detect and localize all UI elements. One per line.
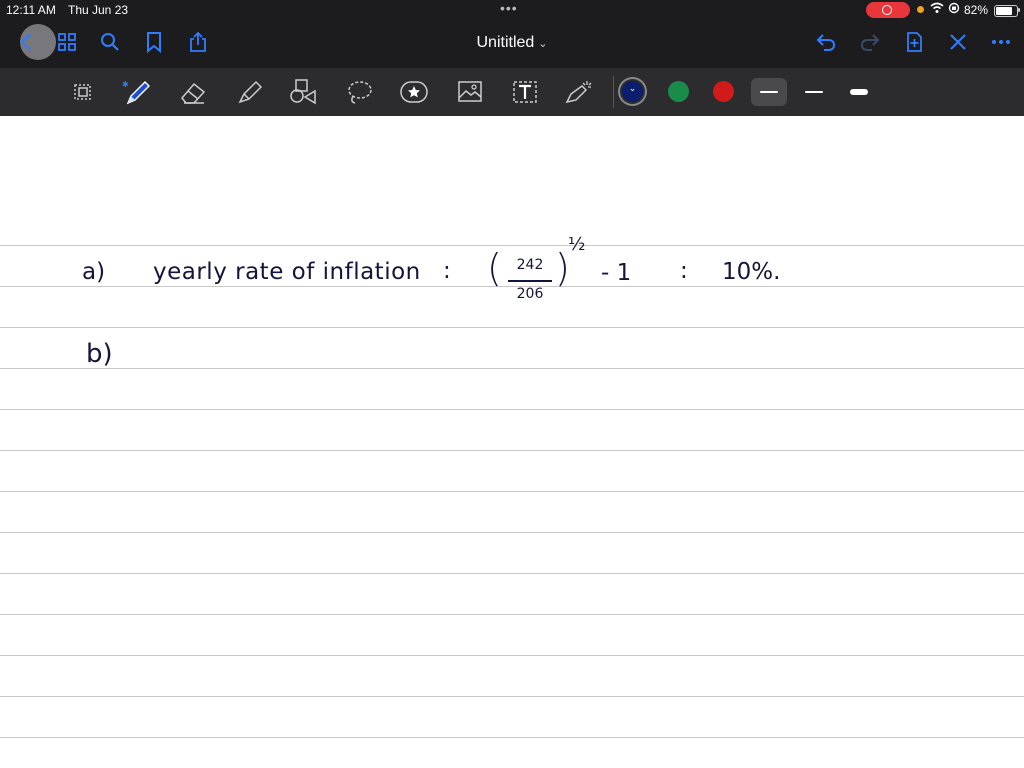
text-icon[interactable]: [510, 78, 540, 106]
svg-text:✱: ✱: [122, 80, 129, 89]
part-a-label: a): [82, 259, 106, 285]
stroke-thin-bar: [760, 91, 778, 93]
color-swatch-green[interactable]: [668, 81, 689, 102]
ruled-line: [0, 573, 1024, 574]
ruled-line: [0, 655, 1024, 656]
orientation-lock-icon: [948, 2, 960, 17]
part-a-equals: :: [443, 258, 451, 284]
top-bar: 12:11 AM Thu Jun 23 ••• 82% Unititled ⌄: [0, 0, 1024, 68]
color-swatch-red[interactable]: [713, 81, 734, 102]
stroke-thick-bar: [850, 89, 868, 95]
chevron-down-icon[interactable]: ⌄: [538, 38, 547, 50]
battery-percent: 82%: [964, 3, 989, 17]
multitasking-dots-icon[interactable]: •••: [500, 0, 518, 16]
laser-pointer-icon[interactable]: [564, 78, 594, 106]
ruled-line: [0, 737, 1024, 738]
part-a-equals-2: :: [680, 258, 688, 284]
lasso-icon[interactable]: [344, 78, 374, 106]
lasso-select-icon[interactable]: [68, 78, 98, 106]
fraction-bar: [508, 280, 552, 282]
ruled-line: [0, 327, 1024, 328]
title-text[interactable]: Unititled: [476, 34, 534, 51]
fraction-denominator: 206: [516, 286, 544, 302]
mic-indicator-icon: [917, 6, 924, 13]
stroke-medium[interactable]: [796, 78, 832, 106]
ruled-line: [0, 491, 1024, 492]
ruled-line: [0, 450, 1024, 451]
screen-record-icon[interactable]: [866, 2, 910, 18]
toolbar-divider: [613, 76, 614, 108]
ruled-line: [0, 696, 1024, 697]
redo-icon[interactable]: [857, 30, 883, 56]
ruled-line: [0, 409, 1024, 410]
status-time: 12:11 AM: [6, 3, 56, 17]
chevron-down-icon: ⌄: [628, 83, 637, 93]
image-icon[interactable]: [455, 78, 485, 106]
battery-icon: [994, 5, 1018, 17]
more-icon[interactable]: [988, 30, 1014, 56]
sticker-icon[interactable]: [399, 78, 429, 106]
exponent: ½: [568, 234, 586, 255]
part-b-label: b): [86, 339, 113, 369]
part-a-text: yearly rate of inflation: [153, 259, 421, 285]
minus-one: - 1: [601, 260, 632, 286]
ruled-line: [0, 245, 1024, 246]
ruled-line: [0, 532, 1024, 533]
ruled-line: [0, 368, 1024, 369]
fraction-numerator: 242: [516, 257, 544, 273]
close-icon[interactable]: [945, 30, 971, 56]
shapes-icon[interactable]: [288, 78, 318, 106]
battery-tip: [1018, 8, 1020, 12]
stroke-thin[interactable]: [751, 78, 787, 106]
status-bar: 12:11 AM Thu Jun 23 ••• 82%: [0, 0, 1024, 20]
open-paren: (: [487, 246, 502, 290]
add-page-icon[interactable]: [901, 30, 927, 56]
drawing-toolbar: ✱ ⌄: [0, 68, 1024, 116]
stroke-medium-bar: [805, 91, 823, 93]
stroke-thick[interactable]: [841, 78, 877, 106]
status-date: Thu Jun 23: [68, 3, 129, 17]
wifi-icon: [930, 2, 944, 17]
eraser-icon[interactable]: [178, 78, 208, 106]
ruled-line: [0, 614, 1024, 615]
color-swatch-navy[interactable]: ⌄: [622, 81, 643, 102]
nav-bar: Unititled ⌄: [0, 20, 1024, 68]
undo-icon[interactable]: [813, 30, 839, 56]
highlighter-icon[interactable]: [234, 78, 264, 106]
pen-icon[interactable]: ✱: [122, 78, 152, 106]
part-a-result: 10%.: [722, 259, 781, 285]
note-canvas[interactable]: a) yearly rate of inflation : ( 242 206 …: [0, 116, 1024, 768]
